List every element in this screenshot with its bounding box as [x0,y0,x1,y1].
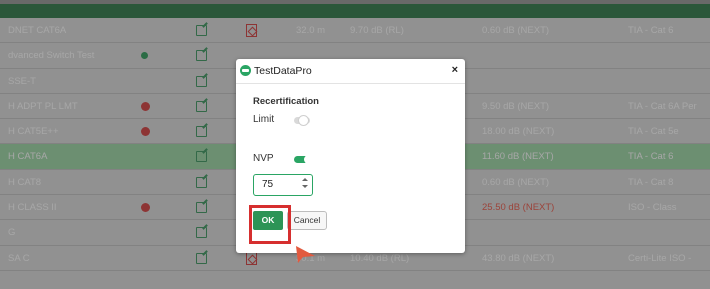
row-worst-margin-2: 43.80 dB (NEXT) [482,252,555,264]
row-limit: ISO - Class [628,202,677,214]
row-name: G [8,227,16,239]
edit-icon[interactable] [196,202,207,214]
row-worst-margin-2: 0.60 dB (NEXT) [482,176,550,188]
row-worst-margin: 9.70 dB (RL) [350,25,404,36]
row-worst-margin-2: 18.00 dB (NEXT) [482,126,555,138]
limit-toggle[interactable] [294,115,310,126]
row-name: H CLASS II [8,202,57,214]
pdf-report-icon[interactable] [246,251,257,265]
edit-icon[interactable] [196,25,207,36]
row-name: SA C [8,252,30,264]
table-row[interactable]: DNET CAT6A 32.0 m 9.70 dB (RL) 0.60 dB (NEX… [0,18,710,44]
row-worst-margin-2: 25.50 dB (NEXT) [482,202,555,214]
pointer-cursor-icon [296,246,315,263]
table-header [0,4,710,18]
limit-label: Limit [253,114,275,125]
warning-icon [141,52,148,60]
edit-icon[interactable] [196,126,207,138]
pass-icon [141,26,150,35]
row-limit: TIA - Cat 8 [628,176,674,188]
row-name: SSE-T [8,75,36,87]
row-name: H ADPT PL LMT [8,100,78,112]
row-name: H CAT5E++ [8,126,59,138]
fail-icon [141,127,150,137]
dialog-header: TestDataPro × [236,59,465,84]
pass-icon [141,254,150,263]
row-limit: TIA - Cat 6 [628,151,674,163]
row-worst-margin-2: 9.50 dB (NEXT) [482,100,550,112]
row-worst-margin-2: 11.60 dB (NEXT) [482,151,554,163]
nvp-stepper[interactable] [301,176,309,194]
edit-icon[interactable] [196,75,207,87]
nvp-input[interactable]: 75 [253,174,313,196]
nvp-value: 75 [262,179,274,190]
pass-icon [141,77,150,86]
edit-icon[interactable] [196,252,207,264]
section-title: Recertification [253,96,319,107]
row-limit: Certi-Lite ISO - [628,252,692,264]
pass-icon [141,228,150,237]
row-name: dvanced Switch Test [8,50,95,62]
row-worst-margin-2: 0.60 dB (NEXT) [482,25,550,36]
edit-icon[interactable] [196,50,207,62]
row-name: H CAT6A [8,151,48,163]
close-icon[interactable]: × [452,64,458,76]
pdf-report-icon[interactable] [246,24,257,37]
edit-icon[interactable] [196,176,207,188]
app-logo-icon [240,65,251,76]
fail-icon [141,203,150,213]
dialog-title: TestDataPro [254,65,312,77]
highlight-box [249,205,291,244]
pass-icon [141,178,150,187]
row-limit: TIA - Cat 6A Per [628,100,697,112]
edit-icon[interactable] [196,100,207,112]
pass-icon [141,152,150,161]
cancel-button[interactable]: Cancel [287,211,327,230]
nvp-toggle[interactable] [294,155,313,164]
edit-icon[interactable] [196,227,207,239]
edit-icon[interactable] [196,151,207,163]
row-name: DNET CAT6A [8,25,67,36]
row-limit: TIA - Cat 5e [628,126,679,138]
row-limit: TIA - Cat 6 [628,25,674,36]
row-length: 32.0 m [296,25,326,36]
nvp-label: NVP [253,153,274,164]
fail-icon [141,101,150,111]
row-name: H CAT8 [8,176,42,188]
